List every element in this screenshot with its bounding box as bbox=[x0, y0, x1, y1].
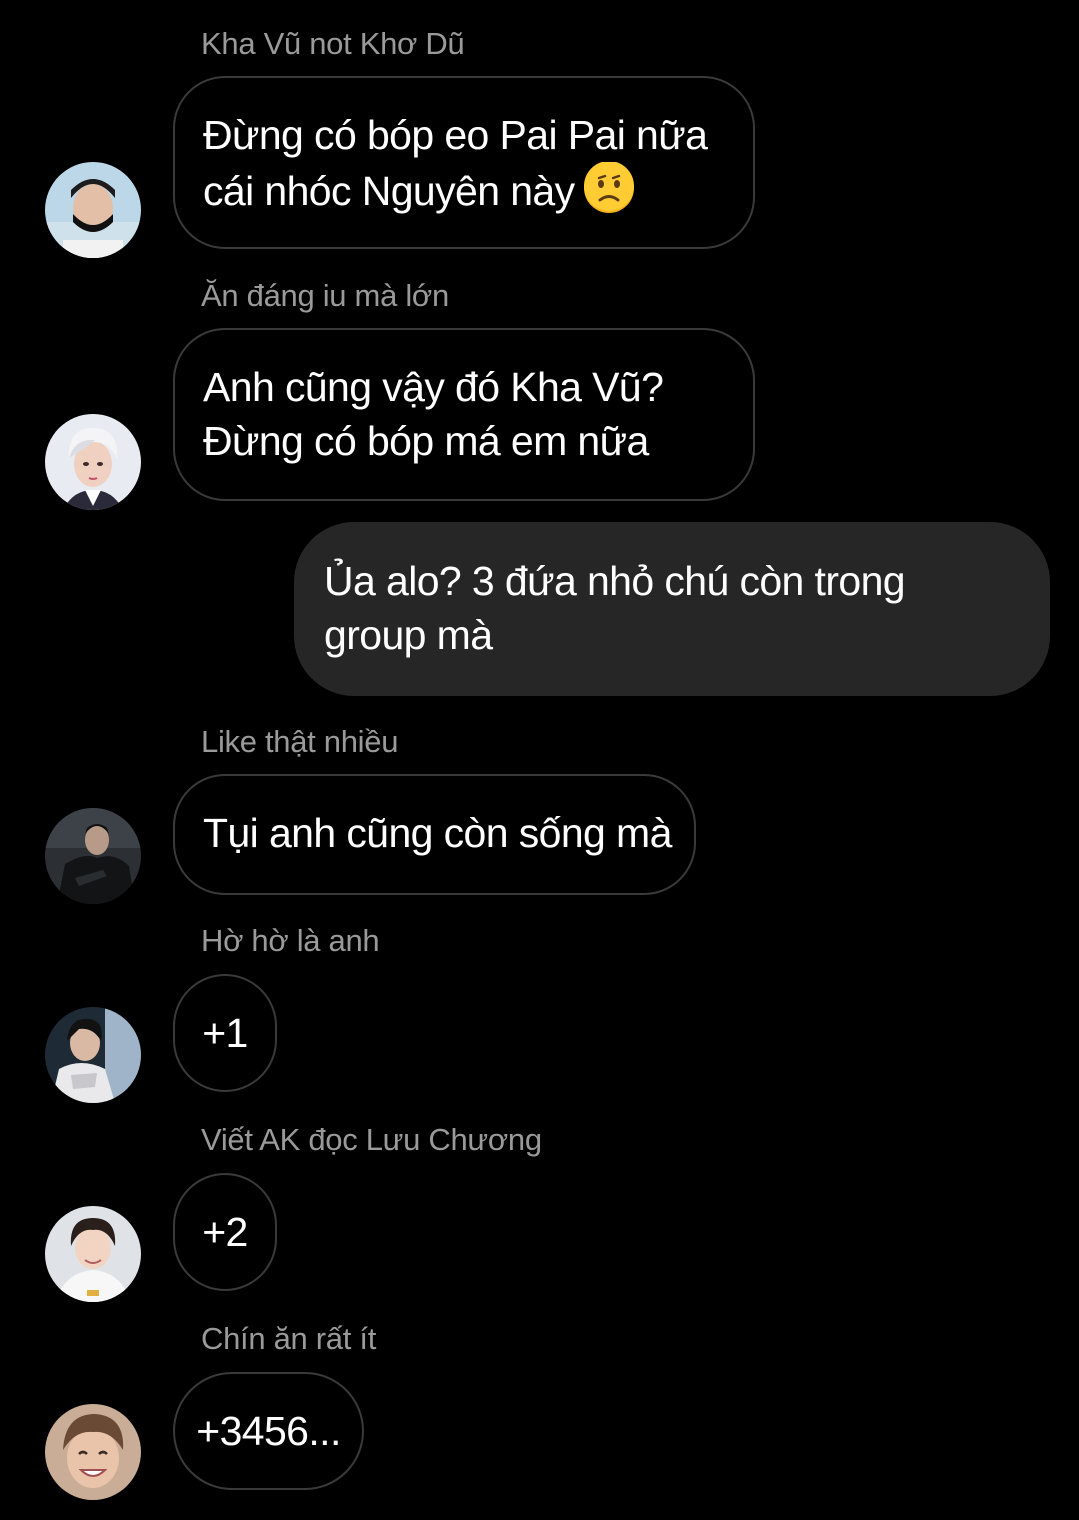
message-text: Đừng có bóp eo Pai Pai nữa bbox=[203, 112, 708, 158]
incoming-message-bubble[interactable]: Đừng có bóp eo Pai Pai nữa cái nhóc Nguy… bbox=[173, 76, 755, 249]
avatar[interactable] bbox=[45, 808, 141, 904]
message-text: Ủa alo? 3 đứa nhỏ chú còn trong bbox=[324, 558, 906, 604]
message-text: Đừng có bóp má em nữa bbox=[203, 418, 649, 464]
avatar-image bbox=[45, 414, 141, 510]
avatar[interactable] bbox=[45, 1404, 141, 1500]
sender-name: Ăn đáng iu mà lớn bbox=[201, 278, 449, 313]
message-text: +3456... bbox=[196, 1408, 341, 1454]
incoming-message-bubble[interactable]: +3456... bbox=[173, 1372, 364, 1490]
confused-face-icon bbox=[583, 162, 634, 213]
incoming-message-bubble[interactable]: Anh cũng vậy đó Kha Vũ? Đừng có bóp má e… bbox=[173, 328, 755, 501]
incoming-message-bubble[interactable]: Tụi anh cũng còn sống mà bbox=[173, 774, 696, 895]
avatar-image bbox=[45, 1206, 141, 1302]
message-text: group mà bbox=[324, 612, 493, 658]
incoming-message-bubble[interactable]: +1 bbox=[173, 974, 277, 1092]
avatar-image bbox=[45, 162, 141, 258]
message-text: Tụi anh cũng còn sống mà bbox=[203, 810, 672, 856]
outgoing-message-bubble[interactable]: Ủa alo? 3 đứa nhỏ chú còn trong group mà bbox=[294, 522, 1050, 696]
incoming-message-bubble[interactable]: +2 bbox=[173, 1173, 277, 1291]
avatar-image bbox=[45, 1007, 141, 1103]
sender-name: Viết AK đọc Lưu Chương bbox=[201, 1122, 542, 1157]
avatar[interactable] bbox=[45, 414, 141, 510]
avatar-image bbox=[45, 808, 141, 904]
avatar[interactable] bbox=[45, 1007, 141, 1103]
sender-name: Hờ hờ là anh bbox=[201, 923, 380, 958]
message-text: +2 bbox=[202, 1209, 248, 1255]
sender-name: Chín ăn rất ít bbox=[201, 1321, 377, 1356]
message-thread: Kha Vũ not Khơ Dũ Đừng có bóp eo Pai Pai… bbox=[0, 0, 1079, 1520]
message-text: cái nhóc Nguyên này bbox=[203, 168, 575, 214]
message-text: +1 bbox=[202, 1010, 248, 1056]
avatar-image bbox=[45, 1404, 141, 1500]
sender-name: Kha Vũ not Khơ Dũ bbox=[201, 26, 465, 61]
message-text: Anh cũng vậy đó Kha Vũ? bbox=[203, 364, 664, 410]
avatar[interactable] bbox=[45, 162, 141, 258]
message-text-line: cái nhóc Nguyên này bbox=[203, 162, 725, 218]
avatar[interactable] bbox=[45, 1206, 141, 1302]
sender-name: Like thật nhiều bbox=[201, 724, 399, 759]
